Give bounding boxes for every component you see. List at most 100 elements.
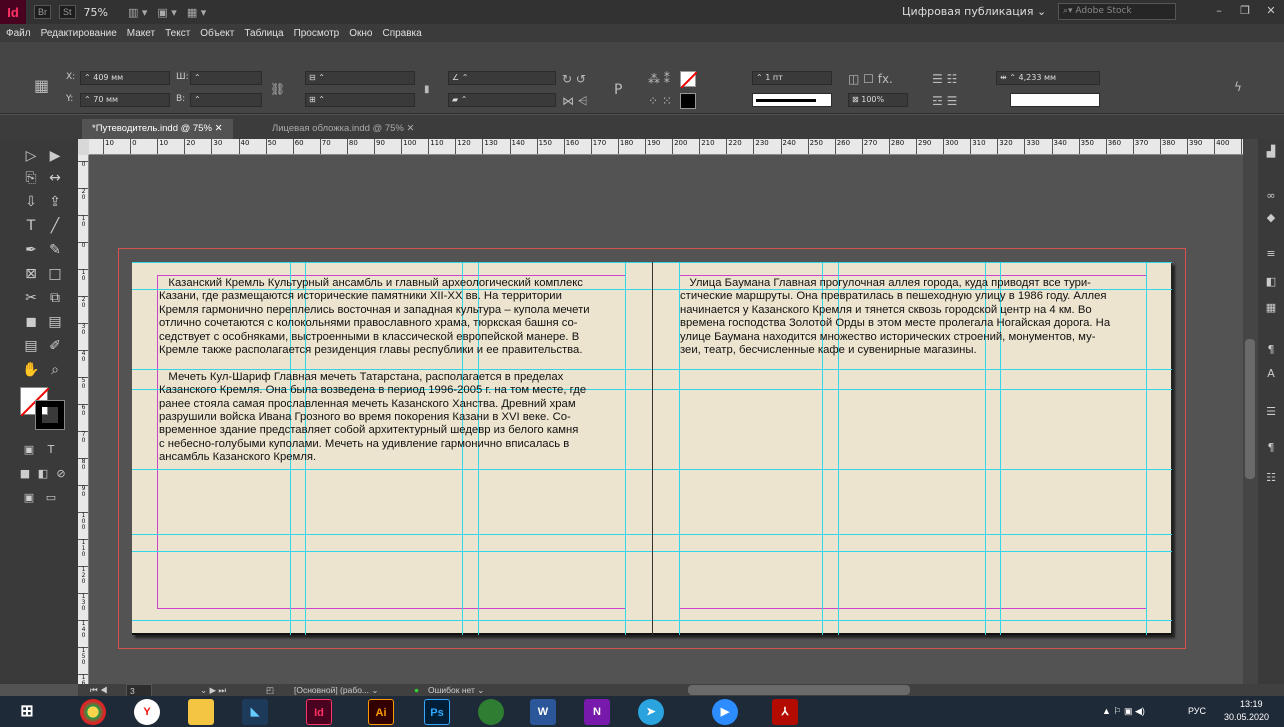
select-container-icon[interactable]: ⁂ ⁑ bbox=[648, 72, 670, 86]
opacity-field[interactable]: ⊠ 100% bbox=[848, 93, 908, 107]
content-placer-icon[interactable]: ⇪ bbox=[44, 191, 66, 213]
menu-layout[interactable]: Макет bbox=[127, 28, 155, 39]
tab-cover[interactable]: Лицевая обложка.indd @ 75% ✕ bbox=[262, 119, 424, 139]
open-page-icon[interactable]: ◰ bbox=[266, 684, 274, 696]
zoom-app-icon[interactable]: ▶ bbox=[712, 699, 738, 725]
color-panel-icon[interactable]: ◧ bbox=[1263, 275, 1279, 289]
restore-icon[interactable]: ❐ bbox=[1232, 0, 1258, 22]
stroke-color-icon[interactable] bbox=[35, 400, 65, 430]
master-select[interactable]: [Основной] (рабо... ⌄ bbox=[294, 684, 379, 696]
close-tab-icon[interactable]: ✕ bbox=[406, 123, 414, 134]
menu-file[interactable]: Файл bbox=[6, 28, 31, 39]
note-tool-icon[interactable]: ▤ bbox=[20, 335, 42, 357]
language-indicator[interactable]: РУС bbox=[1188, 706, 1206, 716]
normal-mode-icon[interactable]: ▣ bbox=[18, 487, 40, 509]
horizontal-scroll-thumb[interactable] bbox=[688, 685, 910, 695]
photoshop-taskbar-icon[interactable]: Ps bbox=[424, 699, 450, 725]
menu-edit[interactable]: Редактирование bbox=[41, 28, 117, 39]
close-icon[interactable]: ✕ bbox=[1258, 0, 1284, 22]
tab-putevoditel[interactable]: *Путеводитель.indd @ 75% ✕ bbox=[82, 119, 233, 139]
windows-start-icon[interactable]: ⊞ bbox=[14, 699, 40, 725]
free-transform-tool-icon[interactable]: ⧉ bbox=[44, 287, 66, 309]
media-app-icon[interactable]: ◣ bbox=[242, 699, 268, 725]
lock-icon[interactable]: ▮ bbox=[424, 84, 430, 95]
workspace-switcher[interactable]: Цифровая публикация ⌄ bbox=[902, 5, 1046, 18]
scale-x-field[interactable]: ⊟ ⌃ bbox=[305, 71, 415, 85]
stroke-weight-field[interactable]: ⌃ 1 пт bbox=[752, 71, 832, 85]
scissors-tool-icon[interactable]: ✂ bbox=[20, 287, 42, 309]
zoom-tool-icon[interactable]: ⌕ bbox=[44, 359, 66, 381]
first-page-icon[interactable]: ⏮ ◀ bbox=[90, 684, 108, 696]
stock-button[interactable]: St bbox=[59, 5, 76, 19]
paragraph-panel-icon[interactable]: ¶ bbox=[1263, 441, 1279, 455]
telegram-icon[interactable]: ➤ bbox=[638, 699, 664, 725]
menu-table[interactable]: Таблица bbox=[244, 28, 283, 39]
menu-view[interactable]: Просмотр bbox=[294, 28, 340, 39]
preflight-status[interactable]: Ошибок нет ⌄ bbox=[428, 684, 484, 696]
x-position-field[interactable]: ⌃ 409 мм bbox=[80, 71, 170, 85]
photo-viewer-icon[interactable] bbox=[478, 699, 504, 725]
horizontal-ruler[interactable]: 10 0 10 20 30 40 50 60 70 80 90 100 110 120 130 140 150 1… bbox=[89, 139, 1252, 155]
clock-date[interactable]: 30.05.2020 bbox=[1224, 712, 1269, 722]
constrain-proportions-icon[interactable]: ⛓ bbox=[270, 82, 285, 96]
zoom-level[interactable]: 75% bbox=[84, 6, 108, 19]
view-options-icon[interactable]: ▥ ▾ bbox=[128, 6, 147, 19]
vertical-scrollbar[interactable] bbox=[1243, 139, 1258, 684]
direct-selection-tool-icon[interactable]: ▶ bbox=[44, 145, 66, 167]
object-style-icon[interactable]: ◫ ☐ fx. bbox=[848, 72, 893, 86]
text-wrap-icon[interactable]: ☰ ☷ bbox=[932, 72, 957, 86]
type-tool-icon[interactable]: T bbox=[20, 215, 42, 237]
tray-icons[interactable]: ▲ ⚐ ▣ ◀) bbox=[1102, 706, 1145, 717]
rotate-icon[interactable]: ↻ ↺ bbox=[562, 72, 586, 86]
onenote-taskbar-icon[interactable]: N bbox=[584, 699, 610, 725]
indesign-taskbar-icon[interactable]: Id bbox=[306, 699, 332, 725]
menu-object[interactable]: Объект bbox=[200, 28, 234, 39]
gap-tool-icon[interactable]: ↔ bbox=[44, 167, 66, 189]
page-tool-icon[interactable]: ⎘ bbox=[20, 167, 42, 189]
shear-angle-field[interactable]: ▰ ⌃ bbox=[448, 93, 556, 107]
select-content-icon[interactable]: ⁘ ⁙ bbox=[648, 94, 672, 108]
bridge-button[interactable]: Br bbox=[34, 5, 51, 19]
stock-search-input[interactable]: ⌕▾ Adobe Stock bbox=[1058, 3, 1176, 20]
line-tool-icon[interactable]: ╱ bbox=[44, 215, 66, 237]
stroke-type-select[interactable] bbox=[752, 93, 832, 107]
vertical-ruler[interactable]: 02 01 001 02 03 04 05 06 07 08 09 01 0 0… bbox=[78, 155, 89, 684]
y-position-field[interactable]: ⌃ 70 мм bbox=[80, 93, 170, 107]
swatches-panel-icon[interactable]: ▦ bbox=[1263, 301, 1279, 315]
stroke-swatch[interactable] bbox=[680, 93, 696, 109]
pen-tool-icon[interactable]: ✒ bbox=[20, 239, 42, 261]
text-wrap-panel-icon[interactable]: ☰ bbox=[1263, 405, 1279, 419]
frame-color-select[interactable] bbox=[1010, 93, 1100, 107]
reference-point-icon[interactable]: ▦ bbox=[34, 76, 49, 95]
hand-tool-icon[interactable]: ✋ bbox=[20, 359, 42, 381]
scale-y-field[interactable]: ⊞ ⌃ bbox=[305, 93, 415, 107]
rectangle-tool-icon[interactable]: □ bbox=[44, 263, 66, 285]
align-panel-icon[interactable]: ☷ bbox=[1263, 471, 1279, 485]
selection-tool-icon[interactable]: ▷ bbox=[20, 145, 42, 167]
acrobat-icon[interactable]: ⅄ bbox=[772, 699, 798, 725]
gradient-swatch-tool-icon[interactable]: ◼ bbox=[20, 311, 42, 333]
pencil-tool-icon[interactable]: ✎ bbox=[44, 239, 66, 261]
left-page-text-frame[interactable]: Казанский Кремль Культурный ансамбль и г… bbox=[159, 277, 631, 465]
gutter-field[interactable]: ⇹ ⌃ 4,233 мм bbox=[996, 71, 1100, 85]
menu-type[interactable]: Текст bbox=[165, 28, 190, 39]
formatting-container-icon[interactable]: ▣ bbox=[18, 439, 40, 461]
height-field[interactable]: ⌃ bbox=[190, 93, 262, 107]
paragraph-styles-icon[interactable]: ¶ bbox=[1263, 343, 1279, 357]
illustrator-taskbar-icon[interactable]: Ai bbox=[368, 699, 394, 725]
links-panel-icon[interactable]: ∞ bbox=[1263, 189, 1279, 203]
align-icon[interactable]: ☲ ☰ bbox=[932, 94, 957, 108]
apply-none-icon[interactable]: ⊘ bbox=[50, 463, 72, 485]
yandex-browser-icon[interactable]: Y bbox=[134, 699, 160, 725]
layers-panel-icon[interactable]: ◆ bbox=[1263, 211, 1279, 225]
flip-icon[interactable]: ⋈ ⩤ bbox=[562, 94, 587, 109]
lightning-icon[interactable]: ϟ bbox=[1234, 80, 1242, 94]
screen-mode-icon[interactable]: ▭ bbox=[40, 487, 62, 509]
next-page-icon[interactable]: ⌄ ▶ ⏭ bbox=[200, 684, 226, 696]
minimize-icon[interactable]: – bbox=[1206, 0, 1232, 22]
pages-panel-icon[interactable]: ▟ bbox=[1263, 145, 1279, 159]
clock-time[interactable]: 13:19 bbox=[1240, 699, 1263, 709]
gradient-feather-tool-icon[interactable]: ▤ bbox=[44, 311, 66, 333]
chrome-icon[interactable] bbox=[80, 699, 106, 725]
file-explorer-icon[interactable] bbox=[188, 699, 214, 725]
